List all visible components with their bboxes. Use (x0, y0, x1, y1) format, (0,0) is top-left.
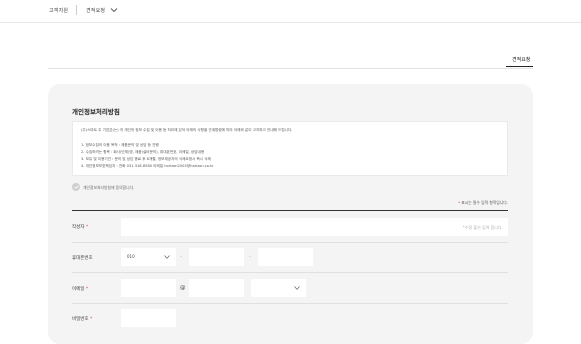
breadcrumb-divider (76, 5, 77, 15)
required-star: * (458, 200, 461, 205)
email-label-text: 이메일 (72, 287, 85, 292)
form-top-divider (72, 210, 508, 211)
phone-prefix-value: 010 (127, 254, 135, 259)
breadcrumb-current[interactable]: 견적요청 (86, 7, 105, 14)
privacy-line-3: 3. 보유 및 이용기간 : 문의 및 상담 종료 후 6개월, 정보제공자의 … (81, 157, 211, 161)
phone-middle-input[interactable] (189, 248, 244, 266)
privacy-notice: (주)스마트 주 기업은(는) 귀 개인의 정보 수집 및 이용 등 처리에 있… (72, 121, 508, 176)
phone-prefix-select[interactable]: 010 (121, 248, 176, 266)
privacy-line-4: 4. 개인정보보호책임자 : 전화 031-316-8580 이메일 horiz… (81, 164, 214, 168)
top-bar: 고객지원 견적요청 (0, 0, 581, 23)
phone-dash-1: - (180, 254, 182, 260)
author-label-text: 작성자 (72, 225, 85, 230)
chevron-down-icon (294, 286, 300, 290)
phone-dash-2: - (249, 254, 251, 260)
privacy-line-1: 1. 정보수집의 이용 목적 : 제품문의 및 상담 등 진행 (81, 143, 159, 147)
row-divider (72, 272, 508, 273)
email-label: 이메일 * (72, 286, 88, 292)
email-id-input[interactable] (121, 279, 176, 297)
tab-divider (48, 68, 533, 69)
tab-active-underline (506, 66, 533, 67)
privacy-agree-label: 개인정보처리방침에 동의합니다. (83, 185, 135, 190)
chevron-down-icon[interactable] (110, 7, 118, 13)
required-note-text: 표시는 필수 입력 항목입니다. (461, 200, 508, 205)
privacy-title: 개인정보처리방침 (72, 108, 120, 116)
phone-last-input[interactable] (258, 248, 313, 266)
tab-quote-request[interactable]: 견적요청 (512, 56, 530, 63)
row-divider (72, 242, 508, 243)
breadcrumb-support[interactable]: 고객지원 (49, 7, 68, 14)
phone-label: 휴대폰번호 (72, 255, 93, 261)
phone-label-text: 휴대폰번호 (72, 256, 93, 261)
email-at-sign: @ (180, 285, 186, 291)
row-divider (72, 303, 508, 304)
required-note: * 표시는 필수 입력 항목입니다. (458, 200, 508, 206)
email-domain-select[interactable] (251, 279, 306, 297)
check-icon[interactable] (72, 183, 80, 191)
required-star: * (85, 287, 89, 292)
author-input[interactable] (121, 218, 508, 236)
author-label: 작성자 * (72, 224, 88, 230)
password-input[interactable] (121, 309, 176, 327)
required-star: * (90, 317, 93, 322)
email-domain-input[interactable] (189, 279, 244, 297)
required-star: * (85, 225, 89, 230)
privacy-intro: (주)스마트 주 기업은(는) 귀 개인의 정보 수집 및 이용 등 처리에 있… (81, 128, 293, 132)
privacy-line-2: 2. 수집하려는 항목 : 회사(단체)명, 제품(설비문의), 휴대폰번호, … (81, 150, 205, 154)
chevron-down-icon (164, 255, 170, 259)
password-label: 비밀번호 * (72, 316, 92, 322)
password-label-text: 비밀번호 (72, 317, 89, 322)
